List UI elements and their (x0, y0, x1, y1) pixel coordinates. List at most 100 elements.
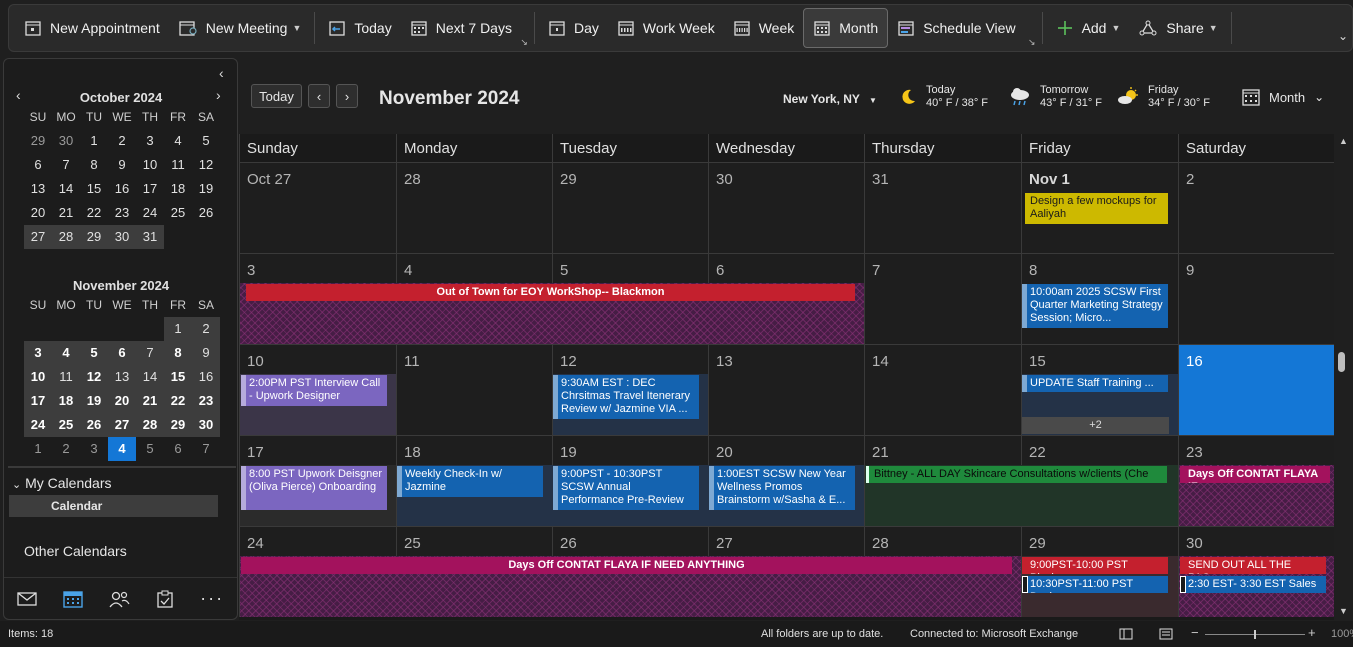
appointment[interactable]: Weekly Check-In w/ Jazmine (397, 466, 543, 497)
more-items-indicator[interactable]: +2 (1022, 417, 1169, 434)
mini-calendar-day[interactable]: 10 (24, 365, 52, 389)
appointment[interactable]: 1:00EST SCSW New Year Wellness Promos Br… (709, 466, 855, 510)
mini-calendar-day[interactable]: 6 (24, 153, 52, 177)
other-calendars-group[interactable]: Other Calendars (24, 543, 127, 559)
prev-month-arrow[interactable]: ‹ (16, 87, 21, 103)
appointment[interactable]: UPDATE Staff Training ... (1022, 375, 1168, 392)
all-day-event[interactable]: Out of Town for EOY WorkShop-- Blackmon (246, 284, 855, 301)
day-cell[interactable]: Oct 27 (239, 162, 396, 253)
vertical-scrollbar[interactable]: ▲ ▼ (1334, 134, 1353, 620)
appointment[interactable]: 8:00 PST Upwork Deisgner (Oliva Pierce) … (241, 466, 387, 510)
mini-calendar-day[interactable]: 8 (80, 153, 108, 177)
mini-calendar-day[interactable]: 5 (136, 437, 164, 461)
day-cell[interactable]: 9 (1178, 253, 1335, 344)
day-cell[interactable]: 28 (396, 162, 552, 253)
schedule-view-button[interactable]: Schedule View ↘ (888, 8, 1037, 48)
mini-calendar-day[interactable]: 11 (52, 365, 80, 389)
appointment[interactable]: 2:00PM PST Interview Call - Upwork Desig… (241, 375, 387, 406)
appointment[interactable]: Design a few mockups for Aaliyah (1022, 193, 1168, 224)
mini-calendar-day[interactable]: 16 (108, 177, 136, 201)
appointment[interactable]: 9:00PST - 10:30PST SCSW Annual Performan… (553, 466, 699, 510)
mini-calendar-day[interactable]: 19 (80, 389, 108, 413)
appointment[interactable]: 2:30 EST- 3:30 EST Sales ... (1180, 576, 1326, 593)
mini-calendar-day[interactable]: 29 (80, 225, 108, 249)
mini-calendar-day[interactable]: 23 (192, 389, 220, 413)
mini-calendar-day[interactable]: 4 (164, 129, 192, 153)
today-button[interactable]: Today (319, 8, 400, 48)
all-day-event[interactable]: Days Off CONTAT FLAYA IF NEED ANYTHING (241, 557, 1012, 574)
day-cell[interactable]: 30 (708, 162, 864, 253)
mini-calendar-day[interactable]: 28 (52, 225, 80, 249)
mini-calendar-day[interactable]: 12 (192, 153, 220, 177)
mini-calendar-day[interactable]: 18 (52, 389, 80, 413)
mini-calendar-day[interactable]: 26 (80, 413, 108, 437)
day-cell[interactable]: 29 (552, 162, 708, 253)
mini-calendar-day[interactable]: 10 (136, 153, 164, 177)
mini-calendar-day[interactable]: 13 (108, 365, 136, 389)
mini-calendar-day[interactable]: 9 (108, 153, 136, 177)
mini-calendar-day[interactable]: 21 (52, 201, 80, 225)
reading-view-icon[interactable] (1159, 628, 1173, 640)
mini-calendar-day[interactable]: 25 (164, 201, 192, 225)
scroll-up-arrow[interactable]: ▲ (1339, 136, 1348, 146)
mini-calendar-day[interactable]: 6 (108, 341, 136, 365)
mini-calendar-day[interactable]: 22 (164, 389, 192, 413)
mini-calendar-day[interactable]: 3 (136, 129, 164, 153)
next-month-button[interactable]: › (336, 84, 358, 108)
mini-calendar-day[interactable]: 30 (52, 129, 80, 153)
mini-calendar-day[interactable]: 3 (24, 341, 52, 365)
all-day-event[interactable]: Days Off CONTAT FLAYA IF (1180, 466, 1330, 483)
weather-friday[interactable]: Friday 34° F / 30° F (1116, 84, 1210, 110)
mini-calendar-day[interactable]: 30 (192, 413, 220, 437)
zoom-level[interactable]: 100% (1331, 628, 1353, 640)
zoom-out-button[interactable]: − (1191, 625, 1199, 640)
mini-calendar-day[interactable]: 9 (192, 341, 220, 365)
mini-calendar-day[interactable]: 28 (136, 413, 164, 437)
share-button[interactable]: Share ▼ (1129, 8, 1226, 48)
mini-calendar-day[interactable]: 23 (108, 201, 136, 225)
my-calendars-group[interactable]: ⌄ My Calendars (12, 475, 111, 491)
dialog-launcher-icon[interactable]: ↘ (520, 37, 528, 48)
mini-calendar-day[interactable]: 17 (136, 177, 164, 201)
mini-calendar-day[interactable]: 27 (24, 225, 52, 249)
mini-calendar-day[interactable]: 15 (164, 365, 192, 389)
appointment[interactable]: 9:30AM EST : DEC Chrsitmas Travel Itener… (553, 375, 699, 419)
mini-calendar-day[interactable]: 17 (24, 389, 52, 413)
scroll-down-arrow[interactable]: ▼ (1339, 606, 1348, 616)
mini-calendar-day[interactable]: 31 (136, 225, 164, 249)
day-cell[interactable]: 14 (864, 344, 1021, 435)
dialog-launcher-icon[interactable]: ↘ (1028, 37, 1036, 48)
day-cell[interactable]: 31 (864, 162, 1021, 253)
all-day-event[interactable]: Bittney - ALL DAY Skincare Consultations… (866, 466, 1167, 483)
mini-calendar-day[interactable]: 4 (108, 437, 136, 461)
mini-calendar-day[interactable]: 18 (164, 177, 192, 201)
view-selector-dropdown[interactable]: Month ⌄ (1242, 88, 1324, 106)
mini-calendar-day[interactable]: 2 (108, 129, 136, 153)
appointment[interactable]: SEND OUT ALL THE PAC... (1180, 557, 1326, 574)
collapse-pane-icon[interactable]: ‹ (219, 65, 224, 81)
tasks-icon[interactable] (156, 590, 174, 608)
mini-calendar-day[interactable]: 4 (52, 341, 80, 365)
appointment[interactable]: 9:00PST-10:00 PST Black... (1022, 557, 1168, 574)
day-view-button[interactable]: Day (539, 8, 608, 48)
day-cell[interactable]: 13 (708, 344, 864, 435)
mini-calendar-day[interactable]: 1 (24, 437, 52, 461)
month-view-button[interactable]: Month (803, 8, 889, 48)
mini-calendar-day[interactable]: 5 (80, 341, 108, 365)
mini-calendar-day[interactable]: 21 (136, 389, 164, 413)
mini-calendar-day[interactable]: 29 (24, 129, 52, 153)
day-cell[interactable]: 2 (1178, 162, 1335, 253)
new-meeting-button[interactable]: New Meeting ▼ (169, 8, 311, 48)
ribbon-collapse-icon[interactable]: ⌄ (1338, 29, 1348, 43)
mini-calendar-day[interactable]: 3 (80, 437, 108, 461)
normal-view-icon[interactable] (1119, 628, 1133, 640)
mini-calendar-day[interactable]: 7 (52, 153, 80, 177)
week-view-button[interactable]: Week (724, 8, 804, 48)
calendar-folder-item[interactable]: Calendar (9, 495, 218, 517)
weather-tomorrow[interactable]: Tomorrow 43° F / 31° F (1008, 84, 1102, 110)
mini-calendar-day[interactable]: 1 (164, 317, 192, 341)
mini-calendar-day[interactable]: 14 (52, 177, 80, 201)
scrollbar-thumb[interactable] (1338, 352, 1345, 372)
mini-calendar-day[interactable]: 13 (24, 177, 52, 201)
day-cell[interactable]: 11 (396, 344, 552, 435)
